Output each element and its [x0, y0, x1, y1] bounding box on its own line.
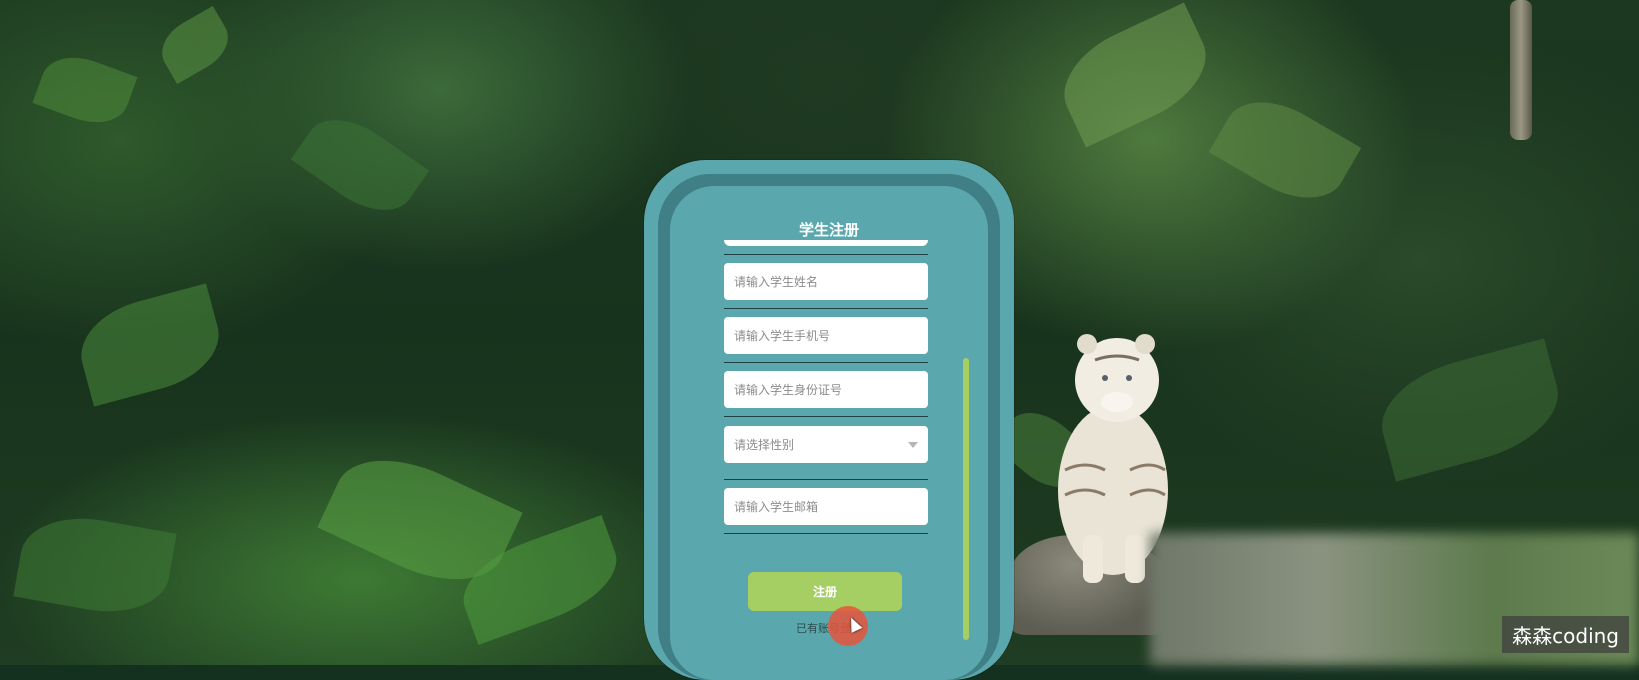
student-name-placeholder: 请输入学生姓名 — [734, 275, 819, 289]
student-phone-placeholder: 请输入学生手机号 — [734, 329, 831, 343]
form-scrollbar[interactable] — [963, 358, 969, 640]
student-phone-input[interactable]: 请输入学生手机号 — [724, 317, 928, 354]
field-divider — [724, 533, 928, 534]
field-divider — [724, 416, 928, 417]
student-email-placeholder: 请输入学生邮箱 — [734, 500, 819, 514]
field-divider — [724, 308, 928, 309]
gender-select[interactable]: 请选择性别 — [724, 426, 928, 463]
student-id-card-placeholder: 请输入学生身份证号 — [734, 383, 843, 397]
watermark: 森森coding — [1502, 616, 1629, 653]
register-button[interactable]: 注册 — [748, 572, 902, 611]
scrolled-field-edge — [724, 240, 928, 246]
form-title: 学生注册 — [798, 221, 859, 239]
student-id-card-input[interactable]: 请输入学生身份证号 — [724, 371, 928, 408]
chevron-down-icon — [908, 441, 918, 448]
student-email-input[interactable]: 请输入学生邮箱 — [724, 488, 928, 525]
field-divider — [724, 254, 928, 255]
register-form: 学生注册 请输入学生姓名 请输入学生手机号 请输入学生身份证号 请选择性别 请输… — [670, 186, 988, 680]
student-name-input[interactable]: 请输入学生姓名 — [724, 263, 928, 300]
register-card: 学生注册 请输入学生姓名 请输入学生手机号 请输入学生身份证号 请选择性别 请输… — [644, 160, 1014, 680]
field-divider — [724, 362, 928, 363]
tree-trunk — [1510, 0, 1532, 140]
field-divider — [724, 479, 928, 480]
gender-select-placeholder: 请选择性别 — [734, 438, 795, 452]
